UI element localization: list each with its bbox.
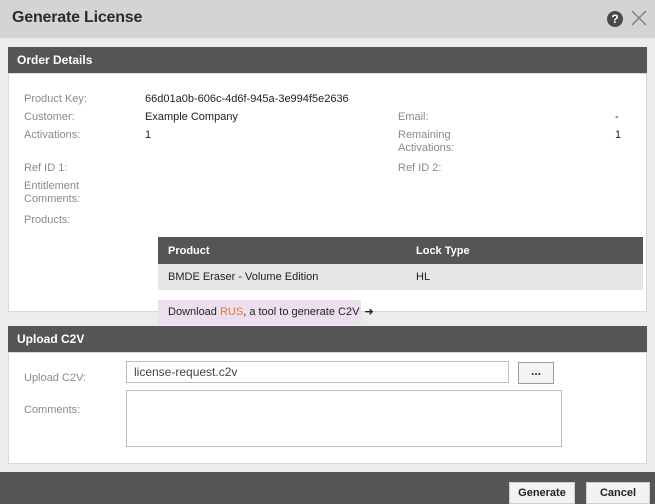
remaining-activations-label: Remaining Activations:	[398, 129, 454, 155]
remaining-activations-label-line1: Remaining	[398, 129, 451, 141]
comments-textarea[interactable]	[126, 390, 562, 447]
close-icon[interactable]	[629, 8, 649, 28]
cancel-button[interactable]: Cancel	[586, 482, 650, 504]
download-prefix: Download	[168, 306, 220, 318]
customer-value: Example Company	[145, 111, 238, 123]
table-row: BMDE Eraser - Volume Edition HL	[158, 264, 643, 290]
product-key-value: 66d01a0b-606c-4d6f-945a-3e994f5e2636	[145, 93, 349, 105]
rus-link[interactable]: RUS	[220, 306, 243, 318]
column-header-lock-type: Lock Type	[406, 237, 643, 264]
entitlement-comments-label-line2: Comments:	[24, 193, 81, 205]
dialog-title: Generate License	[12, 9, 143, 26]
generate-button[interactable]: Generate	[509, 482, 575, 504]
product-key-label: Product Key:	[24, 93, 87, 105]
order-details-panel: Product Key: 66d01a0b-606c-4d6f-945a-3e9…	[8, 73, 647, 324]
upload-c2v-panel: Upload C2V: ... Comments:	[8, 352, 647, 464]
dialog-footer: Generate Cancel	[0, 472, 655, 504]
remaining-activations-value: 1	[615, 129, 622, 141]
products-label: Products:	[24, 214, 71, 226]
ref-id-2-label: Ref ID 2:	[398, 162, 442, 174]
column-header-product: Product	[158, 237, 406, 264]
lock-type-cell: HL	[406, 264, 643, 290]
dialog-titlebar: Generate License ?	[0, 0, 655, 38]
customer-label: Customer:	[24, 111, 75, 123]
order-details-header: Order Details	[8, 47, 647, 73]
comments-label: Comments:	[24, 404, 81, 416]
c2v-file-field[interactable]	[126, 361, 509, 383]
product-cell: BMDE Eraser - Volume Edition	[158, 264, 406, 290]
products-table: Product Lock Type BMDE Eraser - Volume E…	[158, 237, 643, 290]
entitlement-comments-label: Entitlement Comments:	[24, 180, 80, 206]
activations-value: 1	[145, 129, 152, 141]
entitlement-comments-label-line1: Entitlement	[24, 180, 80, 192]
download-rus-link[interactable]: Download RUS, a tool to generate C2V ➜	[158, 300, 374, 324]
products-table-header-row: Product Lock Type	[158, 237, 643, 264]
browse-button[interactable]: ...	[518, 362, 554, 384]
help-icon[interactable]: ?	[607, 11, 623, 27]
email-label: Email:	[398, 111, 429, 123]
generate-license-dialog: Generate License ? Order Details Product…	[0, 0, 655, 504]
arrow-right-icon: ➜	[364, 305, 374, 318]
activations-label: Activations:	[24, 129, 81, 141]
download-suffix: , a tool to generate C2V	[243, 306, 360, 318]
email-value: -	[615, 111, 619, 123]
ref-id-1-label: Ref ID 1:	[24, 162, 68, 174]
upload-c2v-header: Upload C2V	[8, 326, 647, 352]
upload-c2v-label: Upload C2V:	[24, 372, 86, 384]
remaining-activations-label-line2: Activations:	[398, 142, 455, 154]
